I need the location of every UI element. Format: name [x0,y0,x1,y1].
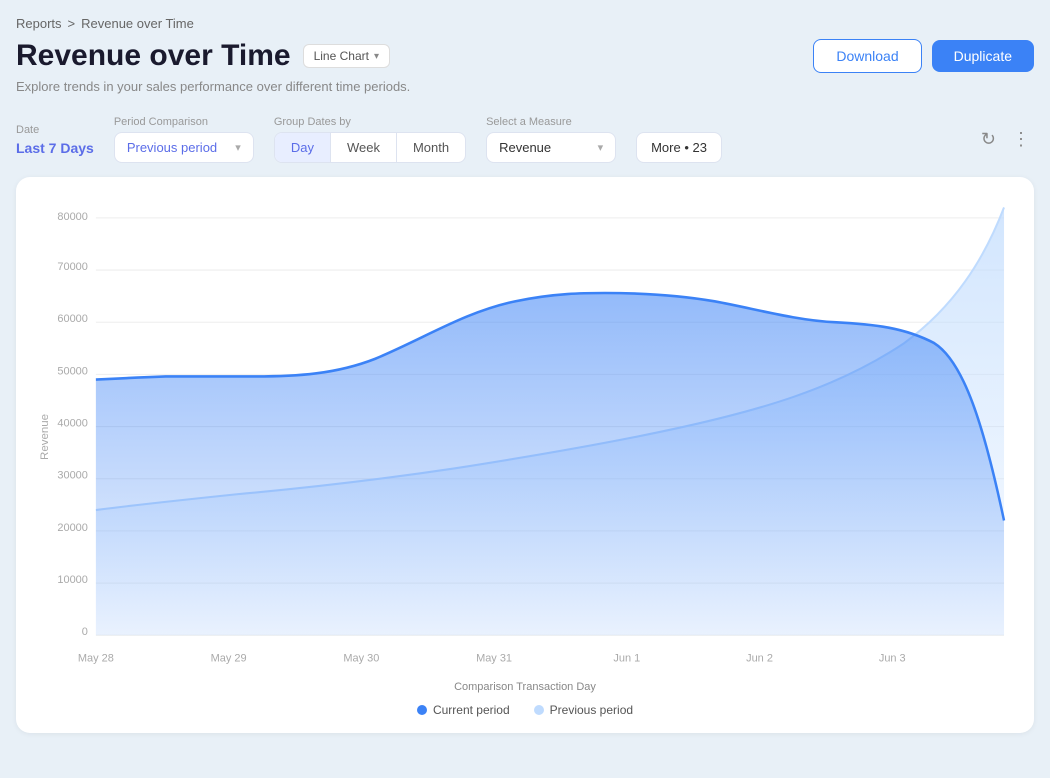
period-comparison-label: Period Comparison [114,116,254,128]
more-options-button[interactable]: ⋮ [1008,125,1034,154]
svg-text:60000: 60000 [57,313,87,325]
group-dates-label: Group Dates by [274,116,466,128]
svg-text:Jun 3: Jun 3 [879,652,906,664]
duplicate-button[interactable]: Duplicate [932,40,1034,72]
svg-text:50000: 50000 [57,365,87,377]
legend-current-dot [417,705,427,715]
period-comparison-group: Period Comparison Previous period ▾ [114,116,254,163]
svg-text:40000: 40000 [57,417,87,429]
measure-value: Revenue [499,140,551,155]
date-filter-group: Date Last 7 Days [16,124,94,156]
page-title: Revenue over Time [16,39,291,73]
chart-area: 0 10000 20000 30000 40000 50000 60000 70… [36,197,1014,677]
group-dates-day-button[interactable]: Day [275,133,331,162]
svg-text:Revenue: Revenue [39,414,51,460]
measure-group: Select a Measure Revenue ▾ [486,116,616,163]
group-dates-group: Group Dates by Day Week Month [274,116,466,163]
period-comparison-value: Previous period [127,140,217,155]
svg-text:10000: 10000 [57,574,87,586]
breadcrumb-separator: > [68,16,76,31]
breadcrumb-current: Revenue over Time [81,16,194,31]
chart-card: 0 10000 20000 30000 40000 50000 60000 70… [16,177,1034,733]
legend-current: Current period [417,703,510,717]
svg-text:May 28: May 28 [78,652,114,664]
svg-text:70000: 70000 [57,261,87,273]
legend-previous: Previous period [534,703,633,717]
measure-dropdown[interactable]: Revenue ▾ [486,132,616,163]
period-comparison-dropdown[interactable]: Previous period ▾ [114,132,254,163]
measure-label: Select a Measure [486,116,616,128]
svg-text:May 31: May 31 [476,652,512,664]
measure-chevron-icon: ▾ [598,141,604,154]
group-dates-month-button[interactable]: Month [397,133,465,162]
chart-legend: Current period Previous period [36,703,1014,717]
legend-previous-dot [534,705,544,715]
svg-text:80000: 80000 [57,211,87,223]
group-dates-week-button[interactable]: Week [331,133,397,162]
more-filters-group: More • 23 [636,132,722,163]
date-filter-label: Date [16,124,94,136]
svg-text:0: 0 [82,626,88,638]
svg-text:May 30: May 30 [343,652,379,664]
chart-type-selector[interactable]: Line Chart ▾ [303,44,390,68]
date-filter-value[interactable]: Last 7 Days [16,140,94,156]
chart-type-label: Line Chart [314,49,369,63]
svg-text:Jun 1: Jun 1 [613,652,640,664]
group-dates-toggle: Day Week Month [274,132,466,163]
svg-text:20000: 20000 [57,522,87,534]
svg-text:May 29: May 29 [211,652,247,664]
period-comparison-chevron-icon: ▾ [235,141,241,154]
legend-current-label: Current period [433,703,510,717]
svg-text:Jun 2: Jun 2 [746,652,773,664]
page-subtitle: Explore trends in your sales performance… [16,79,813,94]
chart-svg: 0 10000 20000 30000 40000 50000 60000 70… [36,197,1014,677]
download-button[interactable]: Download [813,39,921,73]
breadcrumb-parent[interactable]: Reports [16,16,62,31]
more-filters-button[interactable]: More • 23 [636,132,722,163]
chart-type-chevron-icon: ▾ [374,51,379,62]
legend-previous-label: Previous period [550,703,633,717]
svg-text:30000: 30000 [57,470,87,482]
x-axis-label: Comparison Transaction Day [36,681,1014,693]
refresh-button[interactable]: ↻ [977,125,1000,154]
